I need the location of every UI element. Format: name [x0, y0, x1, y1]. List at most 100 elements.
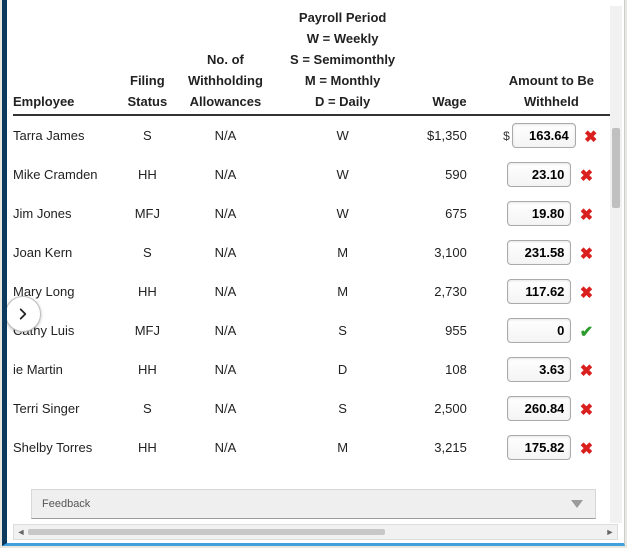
header-filing: Filing: [119, 71, 176, 92]
payroll-table: Payroll Period W = Weekly No. of S: [13, 8, 614, 467]
wage-cell: 2,730: [410, 272, 489, 311]
scrollbar-thumb[interactable]: [612, 128, 620, 208]
wage-cell: 108: [410, 350, 489, 389]
employee-cell: Jim Jones: [13, 194, 119, 233]
header-status: Status: [119, 92, 176, 116]
table-row: Mike CramdenHHN/AW590✖: [13, 155, 614, 194]
employee-cell: Shelby Torres: [13, 428, 119, 467]
feedback-label: Feedback: [42, 498, 90, 510]
header-withholding-3: Allowances: [176, 92, 275, 116]
wage-cell: 3,100: [410, 233, 489, 272]
allowances-cell: N/A: [176, 272, 275, 311]
check-icon: ✔: [577, 322, 595, 342]
filing-status-cell: HH: [119, 428, 176, 467]
wage-cell: $1,350: [410, 115, 489, 155]
table-row: Tarra JamesSN/AW$1,350$✖: [13, 115, 614, 155]
scroll-left-arrow[interactable]: ◄: [14, 525, 28, 539]
header-amount-1: Amount to Be: [489, 71, 614, 92]
scroll-right-arrow[interactable]: ►: [603, 525, 617, 539]
amount-cell: ✖: [489, 350, 614, 389]
filing-status-cell: HH: [119, 155, 176, 194]
wage-cell: 3,215: [410, 428, 489, 467]
amount-cell: ✖: [489, 233, 614, 272]
allowances-cell: N/A: [176, 389, 275, 428]
employee-cell: Terri Singer: [13, 389, 119, 428]
table-row: ie MartinHHN/AD108✖: [13, 350, 614, 389]
x-icon: ✖: [577, 205, 595, 225]
wage-cell: 955: [410, 311, 489, 350]
next-button[interactable]: [5, 296, 41, 332]
period-cell: S: [275, 311, 410, 350]
amount-cell: ✖: [489, 272, 614, 311]
header-employee: Employee: [13, 92, 119, 116]
amount-input[interactable]: [507, 279, 571, 304]
header-period-s: S = Semimonthly: [275, 50, 410, 71]
employee-cell: Mike Cramden: [13, 155, 119, 194]
horizontal-scrollbar[interactable]: ◄ ►: [13, 524, 618, 540]
x-icon: ✖: [577, 166, 595, 186]
x-icon: ✖: [577, 283, 595, 303]
feedback-panel[interactable]: Feedback: [31, 489, 596, 519]
table-row: Mary LongHHN/AM2,730✖: [13, 272, 614, 311]
period-cell: W: [275, 115, 410, 155]
amount-input[interactable]: [507, 162, 571, 187]
dollar-sign: $: [503, 129, 510, 143]
header-withholding-2: Withholding: [176, 71, 275, 92]
period-cell: M: [275, 428, 410, 467]
filing-status-cell: MFJ: [119, 194, 176, 233]
amount-input[interactable]: [507, 240, 571, 265]
period-cell: M: [275, 272, 410, 311]
amount-input[interactable]: [507, 396, 571, 421]
table-row: Cathy LuisMFJN/AS955✔: [13, 311, 614, 350]
period-cell: W: [275, 194, 410, 233]
amount-input[interactable]: [507, 318, 571, 343]
header-wage: Wage: [410, 92, 489, 116]
x-icon: ✖: [577, 244, 595, 264]
allowances-cell: N/A: [176, 428, 275, 467]
amount-cell: ✖: [489, 155, 614, 194]
filing-status-cell: MFJ: [119, 311, 176, 350]
amount-cell: ✔: [489, 311, 614, 350]
filing-status-cell: S: [119, 233, 176, 272]
x-icon: ✖: [577, 400, 595, 420]
x-icon: ✖: [577, 361, 595, 381]
vertical-scrollbar[interactable]: [610, 6, 622, 523]
x-icon: ✖: [582, 127, 600, 147]
table-row: Jim JonesMFJN/AW675✖: [13, 194, 614, 233]
filing-status-cell: S: [119, 115, 176, 155]
header-period-w: W = Weekly: [275, 29, 410, 50]
amount-cell: $✖: [489, 115, 614, 155]
table-row: Shelby TorresHHN/AM3,215 ✖: [13, 428, 614, 467]
amount-input[interactable]: [507, 435, 571, 460]
allowances-cell: N/A: [176, 311, 275, 350]
amount-cell: ✖: [489, 428, 614, 467]
allowances-cell: N/A: [176, 350, 275, 389]
header-amount-2: Withheld: [489, 92, 614, 116]
allowances-cell: N/A: [176, 194, 275, 233]
amount-input[interactable]: [507, 357, 571, 382]
wage-cell: 590: [410, 155, 489, 194]
x-icon: ✖: [577, 439, 595, 459]
period-cell: S: [275, 389, 410, 428]
employee-cell: Tarra James: [13, 115, 119, 155]
filing-status-cell: HH: [119, 272, 176, 311]
table-row: Terri SingerSN/AS2,500✖: [13, 389, 614, 428]
amount-input[interactable]: [512, 123, 576, 148]
amount-input[interactable]: [507, 201, 571, 226]
filing-status-cell: S: [119, 389, 176, 428]
employee-cell: ie Martin: [13, 350, 119, 389]
chevron-down-icon: [571, 500, 583, 508]
header-period-title: Payroll Period: [275, 8, 410, 29]
employee-cell: Joan Kern: [13, 233, 119, 272]
amount-cell: ✖: [489, 389, 614, 428]
amount-cell: ✖: [489, 194, 614, 233]
allowances-cell: N/A: [176, 115, 275, 155]
scrollbar-thumb[interactable]: [28, 529, 385, 535]
filing-status-cell: HH: [119, 350, 176, 389]
header-period-d: D = Daily: [275, 92, 410, 116]
wage-cell: 2,500: [410, 389, 489, 428]
allowances-cell: N/A: [176, 155, 275, 194]
chevron-right-icon: [16, 307, 30, 321]
table-row: Joan KernSN/AM3,100✖: [13, 233, 614, 272]
header-withholding-1: No. of: [176, 50, 275, 71]
